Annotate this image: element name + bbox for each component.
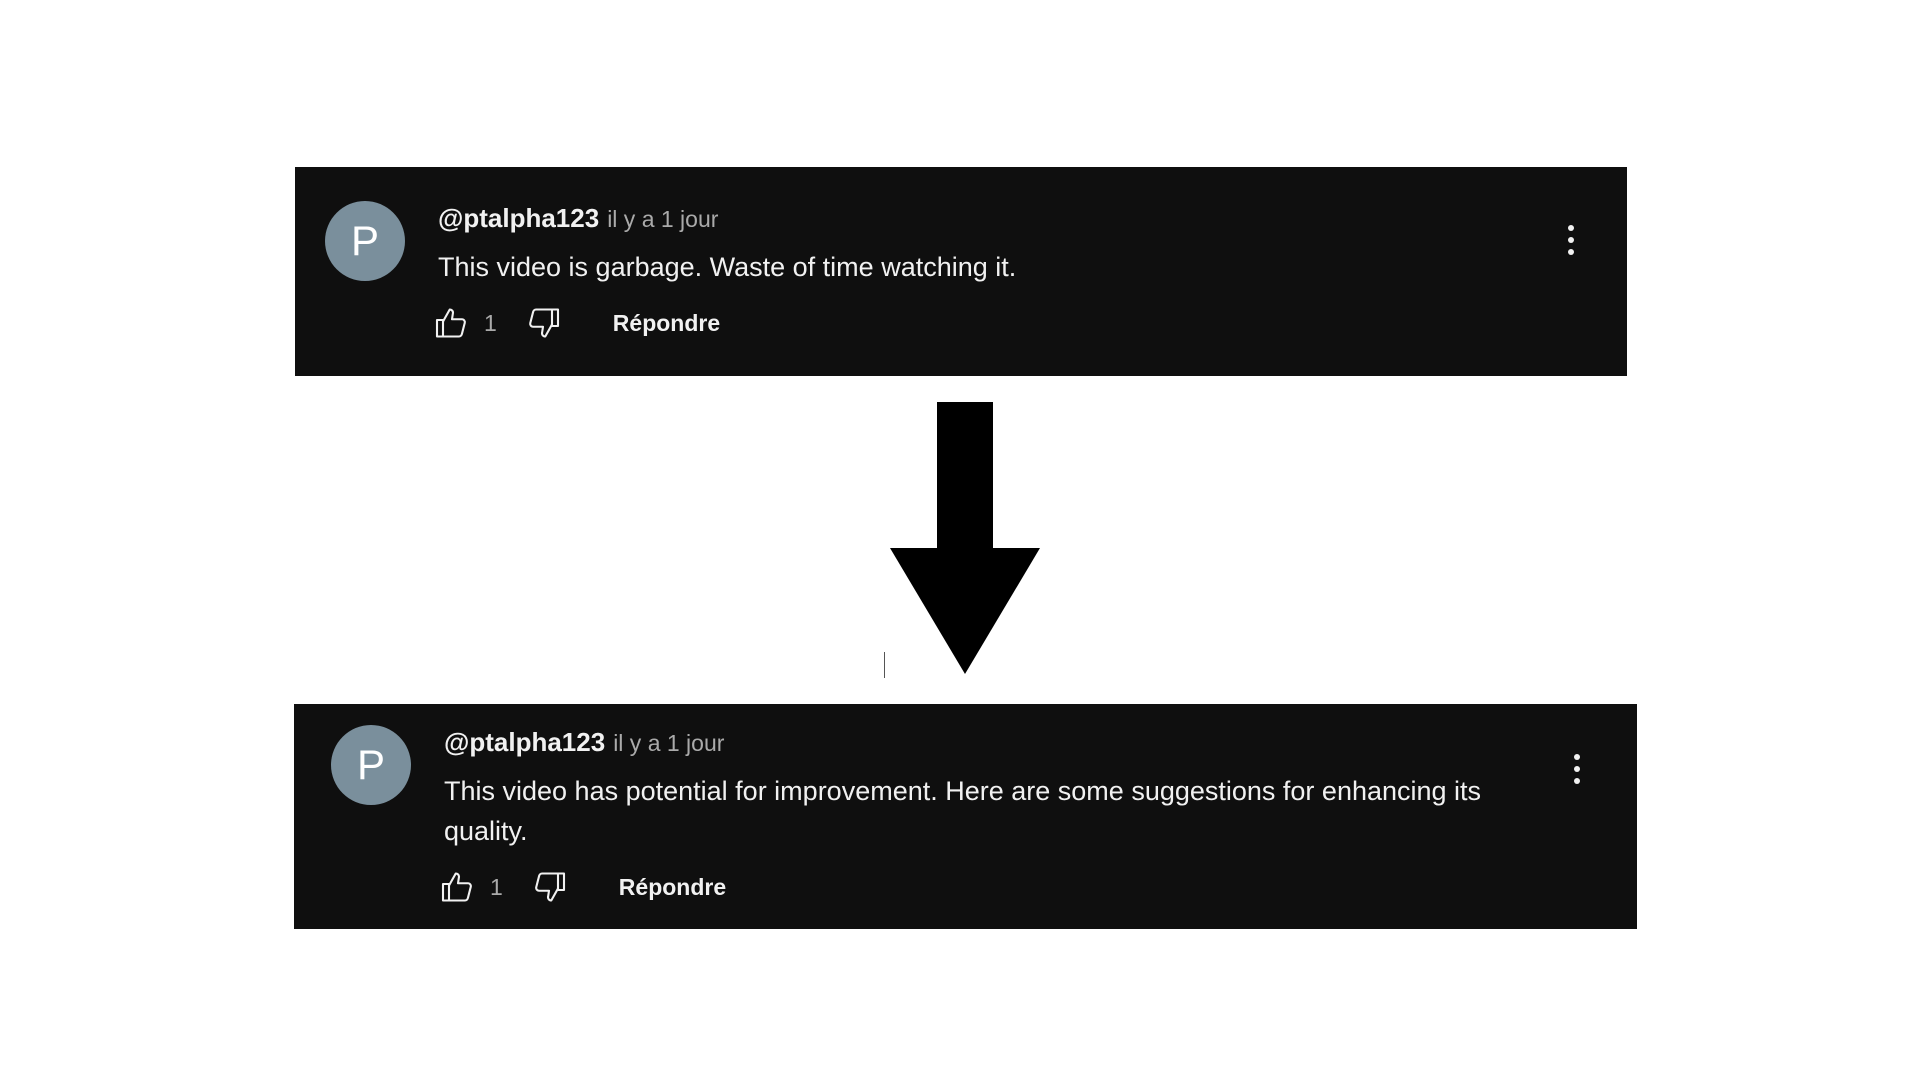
comment-meta: @ptalpha123 il y a 1 jour bbox=[444, 727, 1637, 761]
comment-original: P @ptalpha123 il y a 1 jour This video i… bbox=[295, 167, 1627, 376]
like-button[interactable] bbox=[430, 301, 474, 345]
more-dot bbox=[1574, 778, 1580, 784]
more-vertical-icon[interactable] bbox=[1565, 747, 1589, 791]
arrow-down-icon bbox=[890, 402, 1040, 674]
avatar-initial: P bbox=[350, 217, 379, 264]
comment-actions: 1 Répondre bbox=[435, 301, 1627, 345]
comment-timestamp[interactable]: il y a 1 jour bbox=[613, 730, 724, 757]
avatar-initial: P bbox=[356, 741, 385, 788]
like-count: 1 bbox=[484, 309, 497, 336]
thumbs-down-icon bbox=[534, 872, 565, 902]
dislike-button[interactable] bbox=[521, 301, 565, 345]
reply-button[interactable]: Répondre bbox=[613, 310, 720, 337]
like-count: 1 bbox=[490, 873, 503, 900]
author-handle[interactable]: @ptalpha123 bbox=[438, 203, 599, 234]
thumbs-up-icon bbox=[441, 872, 472, 902]
avatar[interactable]: P bbox=[325, 201, 405, 281]
more-dot bbox=[1568, 249, 1574, 255]
dislike-button[interactable] bbox=[527, 865, 571, 909]
comment-actions: 1 Répondre bbox=[441, 865, 1637, 909]
comment-meta: @ptalpha123 il y a 1 jour bbox=[438, 203, 1627, 237]
comment-body: @ptalpha123 il y a 1 jour This video is … bbox=[435, 203, 1627, 345]
more-dot bbox=[1574, 754, 1580, 760]
comparison-canvas: P @ptalpha123 il y a 1 jour This video i… bbox=[0, 0, 1920, 1080]
thumbs-down-icon bbox=[528, 308, 559, 338]
more-dot bbox=[1568, 237, 1574, 243]
more-vertical-icon[interactable] bbox=[1559, 218, 1583, 262]
like-button[interactable] bbox=[436, 865, 480, 909]
comment-body: @ptalpha123 il y a 1 jour This video has… bbox=[441, 727, 1637, 909]
thumbs-up-icon bbox=[435, 308, 466, 338]
comment-text: This video is garbage. Waste of time wat… bbox=[438, 252, 1017, 282]
comment-text: This video has potential for improvement… bbox=[444, 776, 1482, 846]
avatar[interactable]: P bbox=[331, 725, 411, 805]
text-cursor-mark bbox=[884, 652, 885, 678]
more-dot bbox=[1568, 225, 1574, 231]
comment-timestamp[interactable]: il y a 1 jour bbox=[607, 206, 718, 233]
author-handle[interactable]: @ptalpha123 bbox=[444, 727, 605, 758]
more-dot bbox=[1574, 766, 1580, 772]
comment-rewritten: P @ptalpha123 il y a 1 jour This video h… bbox=[294, 704, 1637, 929]
reply-button[interactable]: Répondre bbox=[619, 874, 726, 901]
